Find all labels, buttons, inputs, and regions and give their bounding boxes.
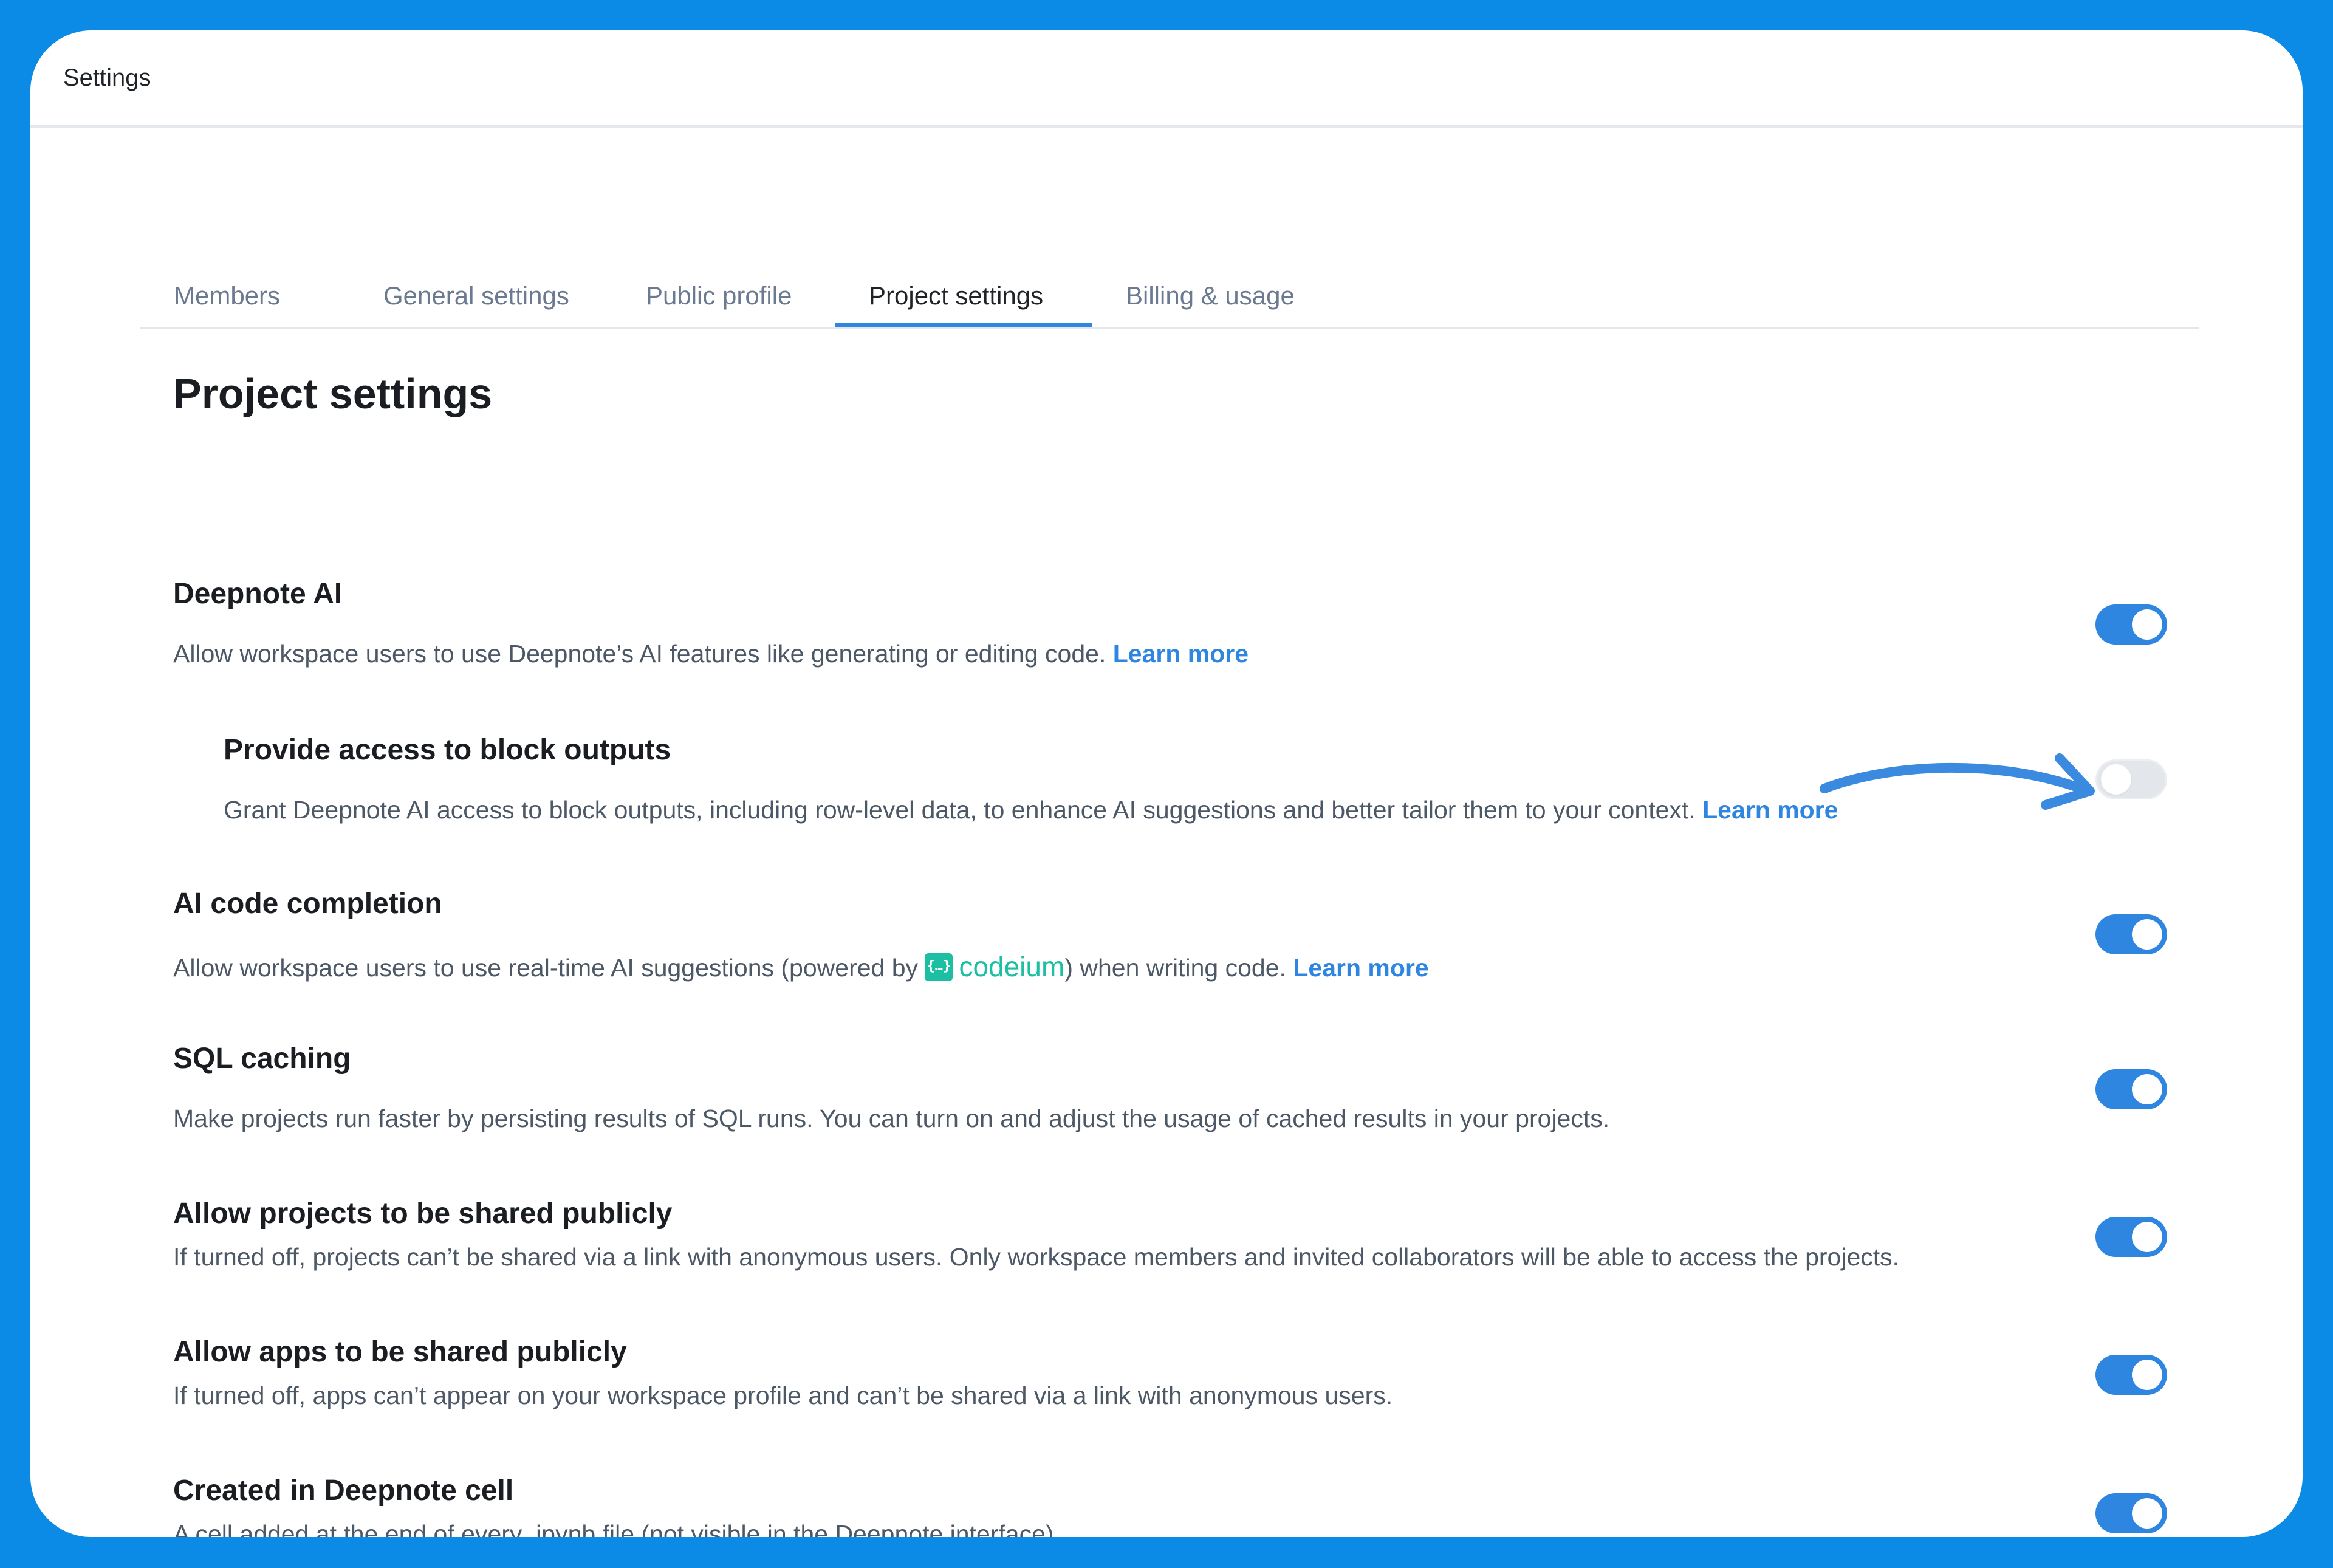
setting-title: Allow projects to be shared publicly xyxy=(173,1197,673,1230)
window-header: Settings xyxy=(30,30,2303,128)
setting-description: A cell added at the end of every .ipynb … xyxy=(173,1520,1061,1537)
ai-code-completion-toggle[interactable] xyxy=(2095,914,2167,954)
setting-description: Allow workspace users to use real-time A… xyxy=(173,950,1429,983)
setting-title: SQL caching xyxy=(173,1042,351,1075)
settings-tabs: Members General settings Public profile … xyxy=(140,264,2199,329)
deepnote-ai-toggle[interactable] xyxy=(2095,604,2167,645)
learn-more-link[interactable]: Learn more xyxy=(1113,640,1249,668)
setting-title: AI code completion xyxy=(173,888,442,920)
block-outputs-toggle[interactable] xyxy=(2095,759,2167,799)
tab-public-profile[interactable]: Public profile xyxy=(646,264,792,327)
tab-general-settings[interactable]: General settings xyxy=(383,264,569,327)
setting-description: If turned off, apps can’t appear on your… xyxy=(173,1381,1393,1409)
share-projects-toggle[interactable] xyxy=(2095,1217,2167,1257)
description-text: Allow workspace users to use real-time A… xyxy=(173,954,919,982)
toggle-knob xyxy=(2132,1074,2162,1104)
toggle-knob xyxy=(2132,919,2162,950)
setting-title: Provide access to block outputs xyxy=(224,734,671,766)
description-text: Allow workspace users to use Deepnote’s … xyxy=(173,640,1106,668)
settings-window: Settings Members General settings Public… xyxy=(30,30,2303,1537)
window-title: Settings xyxy=(63,64,151,91)
learn-more-link[interactable]: Learn more xyxy=(1293,954,1428,982)
setting-title: Created in Deepnote cell xyxy=(173,1474,514,1507)
setting-title: Allow apps to be shared publicly xyxy=(173,1336,627,1368)
codeium-brand: codeium xyxy=(959,951,1065,982)
toggle-knob xyxy=(2132,1498,2162,1529)
tab-project-settings[interactable]: Project settings xyxy=(835,264,1092,327)
toggle-knob xyxy=(2101,764,2131,795)
sql-caching-toggle[interactable] xyxy=(2095,1069,2167,1109)
setting-description: Allow workspace users to use Deepnote’s … xyxy=(173,640,1249,668)
arrow-annotation-icon xyxy=(1820,753,2095,810)
share-apps-toggle[interactable] xyxy=(2095,1355,2167,1395)
deepnote-cell-toggle[interactable] xyxy=(2095,1493,2167,1533)
description-text: Grant Deepnote AI access to block output… xyxy=(224,796,1696,824)
tab-members[interactable]: Members xyxy=(174,264,280,327)
learn-more-link[interactable]: Learn more xyxy=(1702,796,1838,824)
toggle-knob xyxy=(2132,609,2162,640)
tab-billing-usage[interactable]: Billing & usage xyxy=(1126,264,1295,327)
setting-description: Make projects run faster by persisting r… xyxy=(173,1104,1610,1132)
setting-title: Deepnote AI xyxy=(173,578,343,610)
toggle-knob xyxy=(2132,1222,2162,1252)
toggle-knob xyxy=(2132,1360,2162,1390)
page-title: Project settings xyxy=(173,370,493,417)
description-text-after: ) when writing code. xyxy=(1064,954,1286,982)
codeium-logo-icon: {…} xyxy=(925,953,953,981)
setting-description: Grant Deepnote AI access to block output… xyxy=(224,796,1838,824)
setting-description: If turned off, projects can’t be shared … xyxy=(173,1243,1900,1271)
